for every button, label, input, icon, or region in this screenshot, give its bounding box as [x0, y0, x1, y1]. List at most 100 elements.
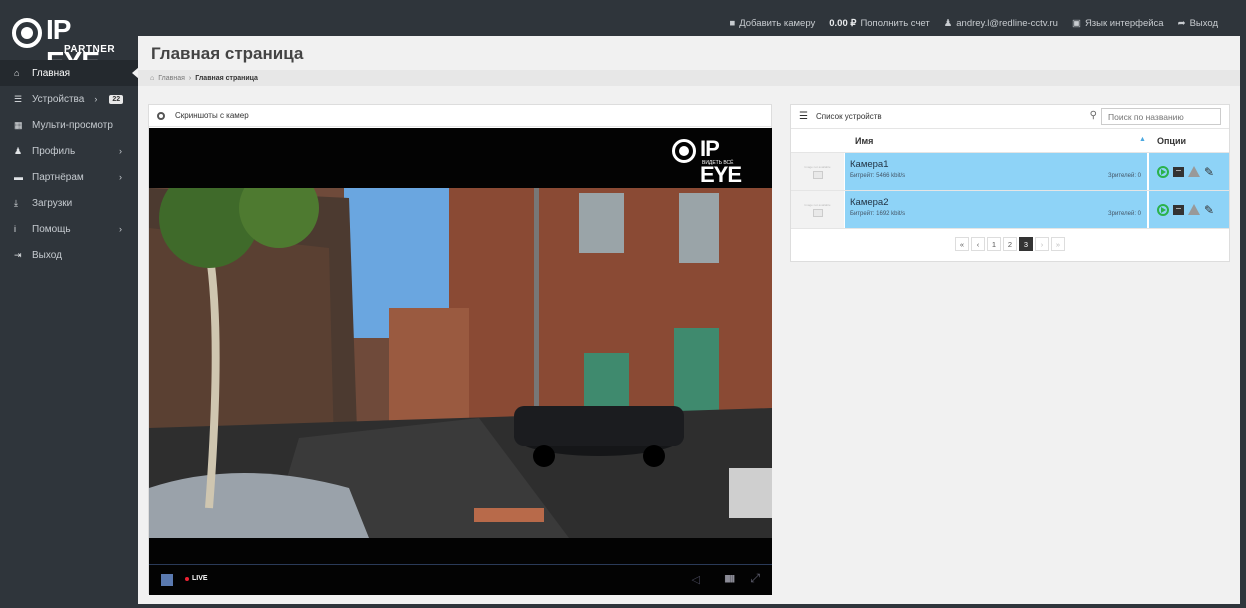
video-player[interactable]: IP EYE ВИДЕТЬ ВСЁ LIVE ◁ ||||||||| ⤢	[149, 128, 772, 595]
volume-slider[interactable]: |||||||||	[724, 574, 735, 583]
image-placeholder-icon	[812, 208, 823, 217]
user-link[interactable]: ♟ andrey.l@redline-cctv.ru	[944, 18, 1058, 29]
sidebar-item-logout[interactable]: ⇥ Выход	[0, 242, 138, 268]
volume-icon[interactable]: ◁	[692, 573, 700, 586]
eye-logo-icon	[12, 18, 42, 48]
play-icon[interactable]	[1157, 203, 1169, 216]
top-links: ■ Добавить камеру 0.00 ₽ Пополнить счет …	[729, 10, 1218, 36]
list-icon: ☰	[799, 111, 808, 122]
devices-count-badge: 22	[109, 94, 124, 104]
sidebar-item-home[interactable]: ⌂ Главная	[0, 60, 139, 86]
sidebar: ⌂ Главная ☰ Устройства › 22 ▦ Мульти-про…	[0, 60, 139, 268]
column-name[interactable]: Имя	[855, 136, 873, 146]
sidebar-item-downloads[interactable]: ⤓ Загрузки	[0, 190, 138, 216]
camera-bitrate: Битрейт: 1692 kbit/s	[850, 211, 906, 217]
breadcrumb: ⌂ Главная › Главная страница	[138, 70, 1240, 86]
video-watermark-logo: IP EYE ВИДЕТЬ ВСЁ	[672, 136, 746, 187]
info-icon: i	[14, 224, 16, 234]
user-icon: ♟	[14, 145, 23, 156]
live-indicator: LIVE	[185, 575, 208, 582]
video-controls: LIVE ◁ ||||||||| ⤢	[149, 564, 772, 595]
sidebar-item-profile[interactable]: ♟ Профиль ›	[0, 138, 138, 164]
camera-frame-image	[149, 188, 772, 538]
archive-icon[interactable]	[1173, 166, 1184, 177]
camera-name: Камера1	[850, 159, 889, 170]
sidebar-item-multiview[interactable]: ▦ Мульти-просмотр	[0, 112, 138, 138]
table-header: Имя ▲ Опции	[791, 129, 1229, 153]
logout-icon: ⇥	[14, 249, 22, 260]
sidebar-item-help[interactable]: i Помощь ›	[0, 216, 138, 242]
edit-pencil-icon[interactable]: ✎	[1204, 165, 1214, 179]
edit-pencil-icon[interactable]: ✎	[1204, 203, 1214, 217]
camera-info[interactable]: Камера1 Битрейт: 5466 kbit/s Зрителей: 0	[845, 153, 1147, 190]
column-options: Опции	[1157, 136, 1187, 146]
top-up-link[interactable]: 0.00 ₽ Пополнить счет	[829, 18, 929, 29]
chevron-right-icon: ›	[188, 74, 192, 82]
row-actions: ✎	[1149, 191, 1229, 228]
search-input[interactable]	[1101, 108, 1221, 125]
screenshots-panel-header: Скриншоты с камер	[149, 105, 771, 127]
logout-link[interactable]: ➦ Выход	[1178, 18, 1218, 29]
home-icon: ⌂	[150, 74, 155, 82]
screenshots-title: Скриншоты с камер	[175, 111, 249, 120]
settings-icon[interactable]	[157, 111, 165, 120]
video-camera-icon: ■	[729, 17, 736, 29]
language-icon: ▣	[1071, 17, 1081, 29]
camera-info[interactable]: Камера2 Битрейт: 1692 kbit/s Зрителей: 0	[845, 191, 1147, 228]
page-prev[interactable]: ‹	[971, 237, 985, 251]
main-content: Главная страница ⌂ Главная › Главная стр…	[138, 36, 1240, 604]
share-arrow-icon: ➦	[1177, 17, 1186, 29]
warning-icon[interactable]	[1188, 204, 1200, 215]
chevron-right-icon: ›	[119, 172, 122, 182]
page-3[interactable]: 3	[1019, 237, 1033, 251]
stop-button[interactable]	[161, 574, 173, 586]
language-link[interactable]: ▣ Язык интерфейса	[1072, 18, 1164, 29]
play-icon[interactable]	[1157, 165, 1169, 178]
camera-thumbnail: Image not available	[791, 191, 844, 228]
briefcase-icon: ▬	[14, 172, 23, 182]
breadcrumb-current: Главная страница	[195, 74, 258, 82]
breadcrumb-home[interactable]: Главная	[158, 75, 185, 82]
table-row[interactable]: Image not available Камера2 Битрейт: 169…	[791, 191, 1229, 229]
list-icon: ☰	[14, 93, 23, 104]
table-row[interactable]: Image not available Камера1 Битрейт: 546…	[791, 153, 1229, 191]
camera-bitrate: Битрейт: 5466 kbit/s	[850, 173, 906, 179]
warning-icon[interactable]	[1188, 166, 1200, 177]
balance-value: 0.00 ₽	[829, 17, 857, 29]
camera-thumbnail: Image not available	[791, 153, 844, 190]
pagination: « ‹ 1 2 3 › »	[791, 229, 1229, 259]
camera-viewers: Зрителей: 0	[1108, 211, 1141, 217]
user-icon: ♟	[943, 17, 953, 29]
add-camera-link[interactable]: ■ Добавить камеру	[729, 18, 815, 29]
sidebar-item-devices[interactable]: ☰ Устройства › 22	[0, 86, 138, 112]
page-1[interactable]: 1	[987, 237, 1001, 251]
page-2[interactable]: 2	[1003, 237, 1017, 251]
device-list-title: Список устройств	[815, 112, 882, 121]
grid-icon: ▦	[14, 119, 23, 130]
device-list-header: ☰ Список устройств ⚲	[791, 105, 1229, 129]
search-icon: ⚲	[1089, 110, 1097, 121]
screenshots-panel: Скриншоты с камер IP EYE ВИДЕТЬ ВСЁ LIVE…	[148, 104, 772, 595]
top-bar: ■ Добавить камеру 0.00 ₽ Пополнить счет …	[0, 10, 1240, 36]
record-dot-icon	[185, 576, 189, 581]
page-first[interactable]: «	[955, 237, 969, 251]
image-placeholder-icon	[812, 170, 823, 179]
sidebar-item-partners[interactable]: ▬ Партнёрам ›	[0, 164, 138, 190]
page-title: Главная страница	[151, 44, 304, 63]
fullscreen-icon[interactable]: ⤢	[750, 571, 760, 586]
chevron-right-icon: ›	[119, 224, 122, 234]
sort-asc-icon[interactable]: ▲	[1139, 136, 1146, 143]
download-icon: ⤓	[14, 197, 18, 208]
eye-logo-icon	[672, 139, 696, 163]
camera-viewers: Зрителей: 0	[1108, 173, 1141, 179]
camera-name: Камера2	[850, 197, 889, 208]
row-actions: ✎	[1149, 153, 1229, 190]
archive-icon[interactable]	[1173, 204, 1184, 215]
chevron-right-icon: ›	[94, 94, 98, 104]
home-icon: ⌂	[14, 68, 20, 78]
page-next[interactable]: ›	[1035, 237, 1049, 251]
device-list-panel: ☰ Список устройств ⚲ Имя ▲ Опции Image n…	[790, 104, 1230, 262]
page-last[interactable]: »	[1051, 237, 1065, 251]
chevron-right-icon: ›	[119, 146, 122, 156]
brand-logo[interactable]: IP EYE PARTNER	[12, 14, 124, 77]
